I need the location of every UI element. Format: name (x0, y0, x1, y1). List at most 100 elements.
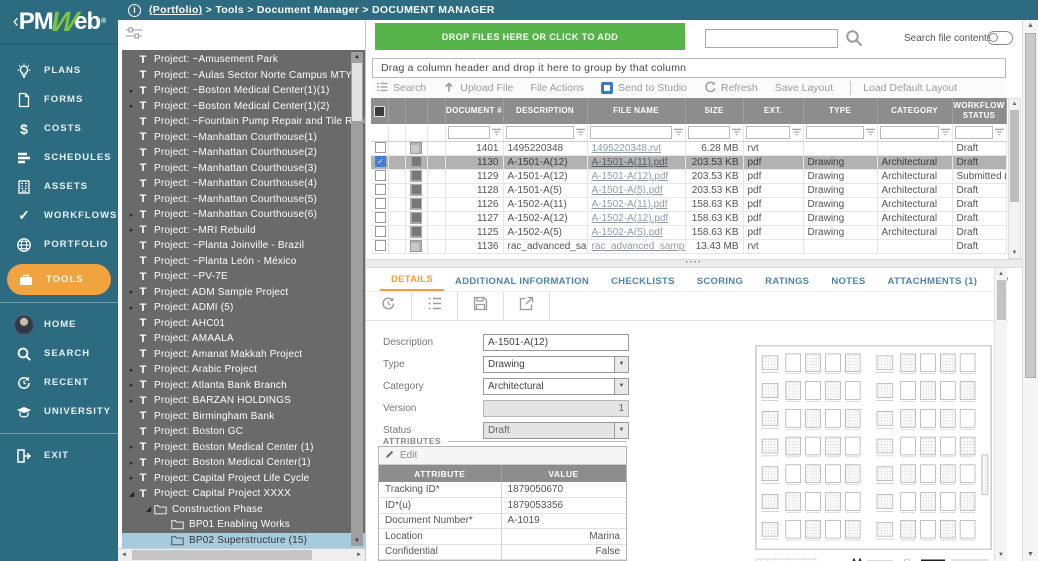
document-row-1136[interactable]: 1136rac_advanced_sample_prac_advanced_sa… (371, 239, 1006, 253)
search-icon[interactable] (845, 29, 863, 47)
tree-item-project-atlanta-bank-branch[interactable]: ▸TProject: Atlanta Bank Branch (122, 378, 365, 394)
column-header-category[interactable]: CATEGORY (877, 98, 952, 124)
tree-item-project-pv-7e[interactable]: TProject: ~PV-7E (122, 269, 365, 285)
sidebar-item-schedules[interactable]: SCHEDULES (0, 143, 118, 172)
search-file-contents-toggle[interactable] (987, 31, 1013, 45)
upload-file-button[interactable]: Upload File (443, 81, 513, 96)
sidebar-item-tools[interactable]: TOOLS (7, 264, 111, 295)
funnel-icon[interactable] (492, 128, 501, 136)
row-checkbox[interactable] (375, 240, 386, 251)
tree-item-project-capital-project-xxxx[interactable]: ◢TProject: Capital Project XXXX (122, 486, 365, 502)
tree-item-project-boston-medical-center-1[interactable]: ▸TProject: Boston Medical Center (1) (122, 440, 365, 456)
tree-item-project-capital-project-life-cycle[interactable]: ▸TProject: Capital Project Life Cycle (122, 471, 365, 487)
tree-collapsed-arrow-icon[interactable]: ▸ (126, 443, 137, 451)
tab-ratings[interactable]: RATINGS (754, 271, 820, 291)
sidebar-item-portfolio[interactable]: PORTFOLIO (0, 230, 118, 259)
sidebar-item-workflows[interactable]: ✓WORKFLOWS (0, 201, 118, 230)
funnel-icon[interactable] (941, 128, 950, 136)
tree-item-project-manhattan-courthouse-3[interactable]: TProject: ~Manhattan Courthouse(3) (122, 161, 365, 177)
row-checkbox[interactable] (375, 170, 386, 181)
scroll-up-icon[interactable]: ▲ (351, 52, 363, 62)
filter-input-file-name[interactable] (590, 126, 672, 139)
sidebar-item-costs[interactable]: $COSTS (0, 114, 118, 143)
scroll-down-icon[interactable]: ▼ (1023, 549, 1038, 561)
tree-collapsed-arrow-icon[interactable]: ▸ (126, 87, 137, 95)
tree-item-project-boston-gc[interactable]: TProject: Boston GC (122, 424, 365, 440)
document-row-1127[interactable]: 1127A-1502-A(12)A-1502-A(12).pdf158.63 K… (371, 211, 1006, 225)
pmweb-logo[interactable]: ‹PMWeb® (0, 0, 118, 44)
tree-expanded-arrow-icon[interactable]: ◢ (143, 505, 154, 513)
scroll-down-icon[interactable]: ▼ (995, 550, 1007, 560)
filter-input-description[interactable] (506, 126, 574, 139)
file-search-input[interactable] (705, 29, 838, 48)
drop-files-button[interactable]: DROP FILES HERE OR CLICK TO ADD (375, 23, 685, 50)
document-row-1401[interactable]: 140114952203481495220348.rvt6.28 MBrvtDr… (371, 141, 1006, 155)
sidebar-item-search[interactable]: SEARCH (0, 339, 118, 368)
sidebar-item-exit[interactable]: EXIT (0, 441, 118, 470)
type-select[interactable]: Drawing▼ (483, 356, 629, 373)
tree-expanded-arrow-icon[interactable]: ◢ (126, 490, 137, 498)
sidebar-item-recent[interactable]: RECENT (0, 368, 118, 397)
refresh-button[interactable]: Refresh (704, 81, 758, 96)
tree-item-project-mri-rebuild[interactable]: ▸TProject: ~MRI Rebuild (122, 223, 365, 239)
funnel-icon[interactable] (576, 128, 585, 136)
tree-item-construction-phase[interactable]: ◢Construction Phase (122, 502, 365, 518)
tree-item-project-planta-joinville-brazil[interactable]: TProject: ~Planta Joinville - Brazil (122, 238, 365, 254)
tree-item-project-amanat-makkah-project[interactable]: TProject: Amanat Makkah Project (122, 347, 365, 363)
funnel-icon[interactable] (732, 128, 741, 136)
load-default-layout-button[interactable]: Load Default Layout (850, 81, 957, 95)
list-button[interactable] (412, 292, 458, 320)
column-header-document[interactable]: DOCUMENT # (445, 98, 503, 124)
tree-item-project-admi-5[interactable]: ▸TProject: ADMI (5) (122, 300, 365, 316)
save-button[interactable] (458, 292, 504, 320)
tab-attachments-1[interactable]: ATTACHMENTS (1) (877, 271, 989, 291)
tree-collapsed-arrow-icon[interactable]: ▸ (126, 381, 137, 389)
tree-item-project-boston-medical-center-1-2[interactable]: ▸TProject: ~Boston Medical Center(1)(2) (122, 99, 365, 115)
tab-additional-information[interactable]: ADDITIONAL INFORMATION (444, 271, 600, 291)
tree-item-project-arabic-project[interactable]: ▸TProject: Arabic Project (122, 362, 365, 378)
row-checkbox[interactable]: ✓ (375, 156, 386, 167)
tree-collapsed-arrow-icon[interactable]: ▸ (126, 211, 137, 219)
tree-item-project-manhattan-courthouse-5[interactable]: TProject: ~Manhattan Courthouse(5) (122, 192, 365, 208)
category-select[interactable]: Architectural▼ (483, 378, 629, 395)
tree-item-project-barzan-holdings[interactable]: ▸TProject: BARZAN HOLDINGS (122, 393, 365, 409)
sidebar-item-assets[interactable]: ASSETS (0, 172, 118, 201)
column-header-file-name[interactable]: FILE NAME (587, 98, 685, 124)
tab-notes[interactable]: NOTES (820, 271, 876, 291)
column-header-workflow-status[interactable]: WORKFLOW STATUS (952, 98, 1006, 124)
filter-input-category[interactable] (880, 126, 939, 139)
tree-item-project-manhattan-courthouse-2[interactable]: TProject: ~Manhattan Courthouse(2) (122, 145, 365, 161)
open-new-window-button[interactable] (504, 292, 550, 320)
row-checkbox[interactable] (375, 198, 386, 209)
tree-collapsed-arrow-icon[interactable]: ▸ (126, 102, 137, 110)
scrollbar-thumb[interactable] (352, 63, 362, 121)
column-header-description[interactable]: DESCRIPTION (503, 98, 587, 124)
sidebar-item-home[interactable]: HOME (0, 310, 118, 339)
filter-input-type[interactable] (806, 126, 864, 139)
scroll-down-icon[interactable]: ▼ (351, 536, 363, 546)
funnel-icon[interactable] (674, 128, 683, 136)
tree-item-project-birmingham-bank[interactable]: TProject: Birmingham Bank (122, 409, 365, 425)
tree-item-project-manhattan-courthouse-4[interactable]: TProject: ~Manhattan Courthouse(4) (122, 176, 365, 192)
tree-collapsed-arrow-icon[interactable]: ▸ (126, 288, 137, 296)
sidebar-item-forms[interactable]: FORMS (0, 85, 118, 114)
scrollbar-thumb[interactable] (132, 550, 312, 560)
tree-collapsed-arrow-icon[interactable]: ▸ (126, 304, 137, 312)
tree-item-project-boston-medical-center-1-1[interactable]: ▸TProject: ~Boston Medical Center(1)(1) (122, 83, 365, 99)
tree-item-project-amusement-park[interactable]: TProject: ~Amusement Park (122, 52, 365, 68)
filter-input-workflow-status[interactable] (955, 126, 993, 139)
funnel-icon[interactable] (792, 128, 801, 136)
filter-input-size[interactable] (688, 126, 730, 139)
file-link[interactable]: A-1501-A(5).pdf (592, 185, 663, 196)
tree-item-bp01-enabling-works[interactable]: BP01 Enabling Works (122, 517, 365, 533)
row-checkbox[interactable] (375, 212, 386, 223)
filter-input-document[interactable] (448, 126, 490, 139)
pane-splitter[interactable]: •••• (366, 259, 1022, 268)
file-link[interactable]: 1495220348.rvt (592, 143, 662, 154)
send-to-studio-button[interactable]: Send to Studio (601, 82, 687, 94)
column-header-size[interactable]: SIZE (685, 98, 743, 124)
tree-collapsed-arrow-icon[interactable]: ▸ (126, 397, 137, 405)
scroll-up-icon[interactable]: ▲ (1009, 99, 1020, 109)
tree-item-project-fountain-pump-repair-and-tile-replacement-1[interactable]: TProject: ~Fountain Pump Repair and Tile… (122, 114, 365, 130)
tree-item-project-amaala[interactable]: TProject: AMAALA (122, 331, 365, 347)
